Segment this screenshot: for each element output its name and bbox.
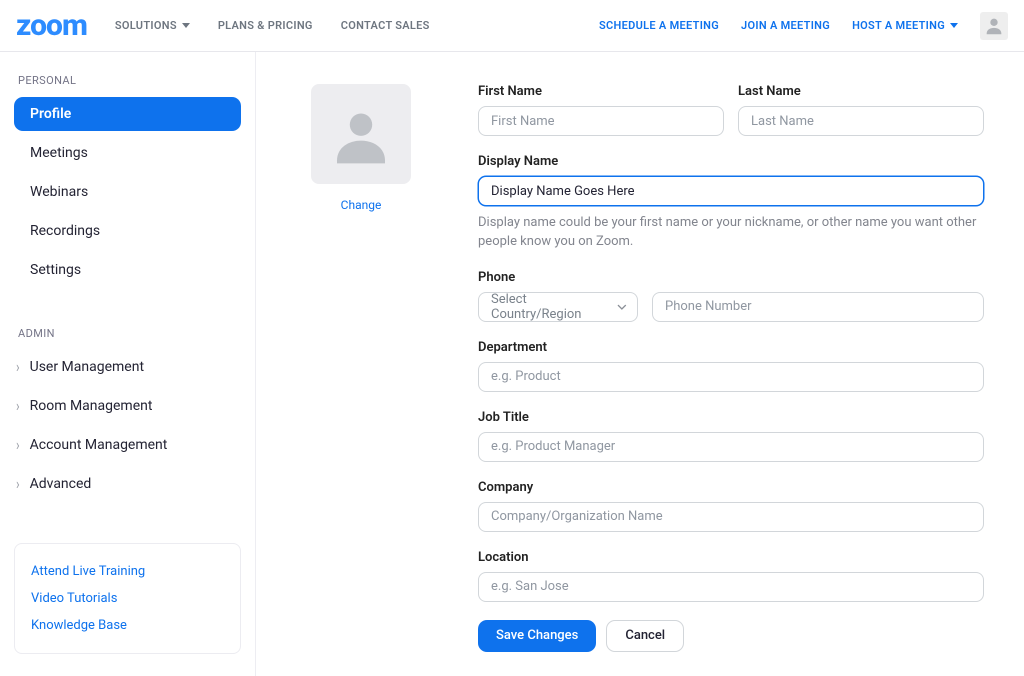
chevron-right-icon: › bbox=[16, 397, 20, 415]
sidebar-admin-title: ADMIN bbox=[18, 327, 241, 340]
phone-country-select[interactable]: Select Country/Region bbox=[478, 292, 638, 322]
chevron-right-icon: › bbox=[16, 436, 20, 454]
sidebar-item-settings[interactable]: Settings bbox=[14, 253, 241, 287]
nav-contact[interactable]: CONTACT SALES bbox=[341, 19, 430, 32]
nav-solutions-label: SOLUTIONS bbox=[115, 19, 177, 32]
nav-plans[interactable]: PLANS & PRICING bbox=[218, 19, 313, 32]
display-name-input[interactable] bbox=[478, 176, 984, 206]
main-nav: SOLUTIONS PLANS & PRICING CONTACT SALES bbox=[115, 19, 430, 32]
help-video-tutorials[interactable]: Video Tutorials bbox=[31, 585, 224, 612]
sidebar-item-label: Advanced bbox=[30, 476, 92, 492]
phone-label: Phone bbox=[478, 270, 984, 285]
company-label: Company bbox=[478, 480, 984, 495]
nav-host-meeting[interactable]: HOST A MEETING bbox=[852, 19, 958, 32]
profile-form: First Name Last Name Display Name Displa… bbox=[478, 84, 984, 652]
sidebar-item-account-management[interactable]: › Account Management bbox=[14, 428, 241, 462]
top-header: zoom SOLUTIONS PLANS & PRICING CONTACT S… bbox=[0, 0, 1024, 52]
caret-down-icon bbox=[950, 23, 958, 28]
user-avatar-menu[interactable] bbox=[980, 12, 1008, 40]
header-right: SCHEDULE A MEETING JOIN A MEETING HOST A… bbox=[599, 12, 1008, 40]
chevron-right-icon: › bbox=[16, 358, 20, 376]
avatar-change-link[interactable]: Change bbox=[306, 198, 416, 212]
first-name-label: First Name bbox=[478, 84, 724, 99]
sidebar-personal-title: PERSONAL bbox=[18, 74, 241, 87]
location-label: Location bbox=[478, 550, 984, 565]
sidebar-item-advanced[interactable]: › Advanced bbox=[14, 467, 241, 501]
sidebar-item-room-management[interactable]: › Room Management bbox=[14, 389, 241, 423]
phone-country-selected: Select Country/Region bbox=[491, 292, 617, 322]
department-label: Department bbox=[478, 340, 984, 355]
sidebar-item-label: User Management bbox=[30, 359, 144, 375]
last-name-label: Last Name bbox=[738, 84, 984, 99]
sidebar-item-user-management[interactable]: › User Management bbox=[14, 350, 241, 384]
nav-join-meeting[interactable]: JOIN A MEETING bbox=[741, 19, 830, 32]
company-input[interactable] bbox=[478, 502, 984, 532]
header-left: zoom SOLUTIONS PLANS & PRICING CONTACT S… bbox=[16, 8, 430, 43]
zoom-logo[interactable]: zoom bbox=[16, 8, 87, 43]
form-actions: Save Changes Cancel bbox=[478, 620, 984, 652]
location-input[interactable] bbox=[478, 572, 984, 602]
sidebar: PERSONAL Profile Meetings Webinars Recor… bbox=[0, 52, 256, 676]
chevron-down-icon bbox=[617, 302, 627, 312]
avatar-column: Change bbox=[306, 84, 416, 652]
cancel-button[interactable]: Cancel bbox=[606, 620, 684, 652]
nav-schedule-meeting[interactable]: SCHEDULE A MEETING bbox=[599, 19, 719, 32]
sidebar-admin-section: ADMIN › User Management › Room Managemen… bbox=[14, 327, 241, 501]
display-name-label: Display Name bbox=[478, 154, 984, 169]
jobtitle-input[interactable] bbox=[478, 432, 984, 462]
help-live-training[interactable]: Attend Live Training bbox=[31, 558, 224, 585]
person-icon bbox=[983, 15, 1005, 37]
phone-number-input[interactable] bbox=[652, 292, 984, 322]
profile-avatar[interactable] bbox=[311, 84, 411, 184]
nav-host-label: HOST A MEETING bbox=[852, 19, 945, 32]
first-name-input[interactable] bbox=[478, 106, 724, 136]
nav-solutions[interactable]: SOLUTIONS bbox=[115, 19, 190, 32]
sidebar-item-recordings[interactable]: Recordings bbox=[14, 214, 241, 248]
sidebar-item-meetings[interactable]: Meetings bbox=[14, 136, 241, 170]
save-button[interactable]: Save Changes bbox=[478, 620, 596, 652]
department-input[interactable] bbox=[478, 362, 984, 392]
sidebar-item-label: Room Management bbox=[30, 398, 153, 414]
sidebar-item-webinars[interactable]: Webinars bbox=[14, 175, 241, 209]
main-content: Change First Name Last Name Display Name… bbox=[256, 52, 1024, 676]
sidebar-item-label: Account Management bbox=[30, 437, 168, 453]
last-name-input[interactable] bbox=[738, 106, 984, 136]
chevron-right-icon: › bbox=[16, 475, 20, 493]
page-body: PERSONAL Profile Meetings Webinars Recor… bbox=[0, 52, 1024, 676]
caret-down-icon bbox=[182, 23, 190, 28]
sidebar-item-profile[interactable]: Profile bbox=[14, 97, 241, 131]
person-icon bbox=[329, 102, 393, 166]
jobtitle-label: Job Title bbox=[478, 410, 984, 425]
help-box: Attend Live Training Video Tutorials Kno… bbox=[14, 543, 241, 654]
display-name-help: Display name could be your first name or… bbox=[478, 214, 984, 252]
